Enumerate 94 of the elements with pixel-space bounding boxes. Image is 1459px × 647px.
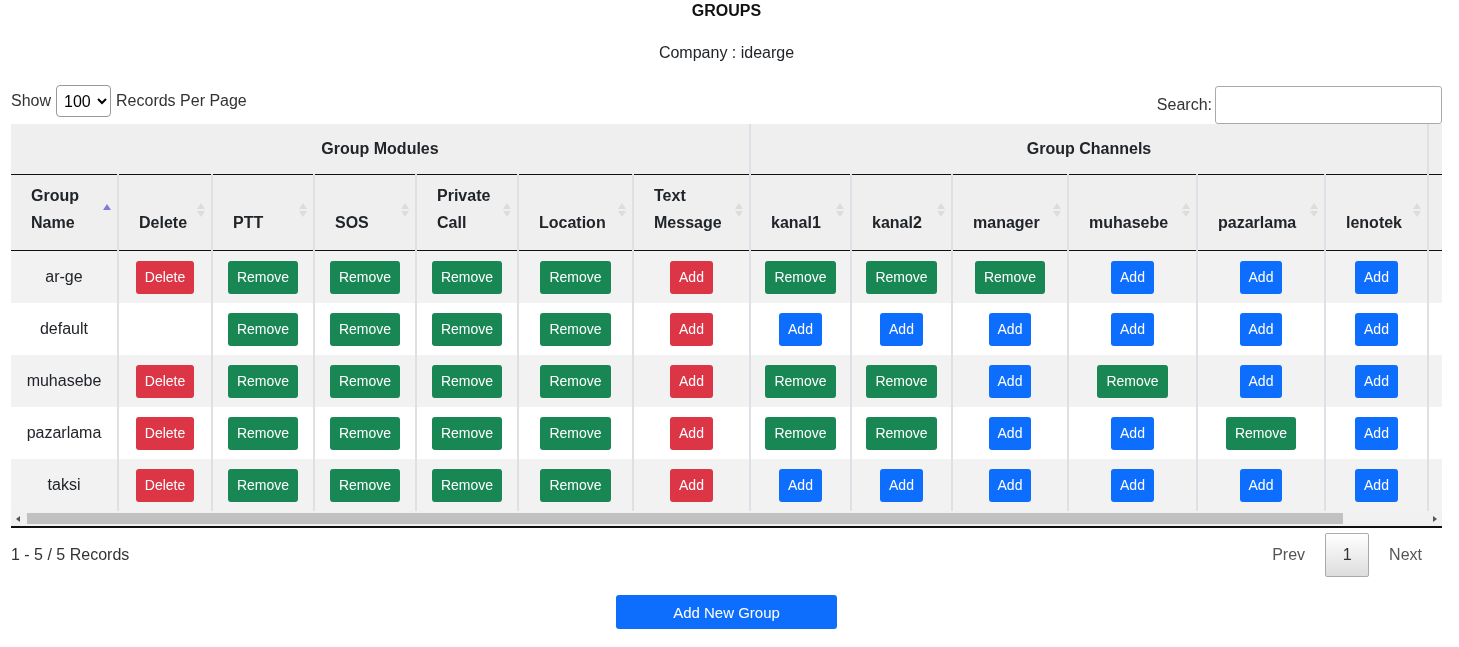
column-header[interactable]: SOS: [314, 174, 416, 251]
column-header[interactable]: Location: [518, 174, 633, 251]
action-button[interactable]: Remove: [431, 468, 503, 502]
horizontal-scrollbar[interactable]: [11, 511, 1442, 528]
action-button[interactable]: Remove: [329, 260, 401, 294]
action-button[interactable]: Delete: [135, 416, 195, 450]
company-label: Company : idearge: [657, 44, 796, 63]
group-name: muhasebe: [26, 372, 102, 389]
column-header[interactable]: manager: [952, 174, 1068, 251]
action-button[interactable]: Remove: [1097, 364, 1168, 398]
action-button[interactable]: Add: [1111, 416, 1154, 450]
column-group-header: Group Modules: [321, 140, 439, 157]
action-button[interactable]: Add: [779, 468, 822, 502]
action-button[interactable]: Add: [1111, 312, 1154, 346]
column-group-header: Group Channels: [1026, 140, 1152, 157]
action-button[interactable]: Delete: [135, 260, 195, 294]
action-button[interactable]: Remove: [540, 364, 611, 398]
show-label: Show: [11, 92, 52, 110]
action-button[interactable]: Add: [988, 416, 1032, 450]
action-button[interactable]: Add: [1239, 312, 1283, 346]
action-button[interactable]: Remove: [227, 416, 299, 450]
action-button[interactable]: Add: [1355, 312, 1398, 346]
scroll-left-icon[interactable]: [16, 515, 20, 522]
action-button[interactable]: Remove: [329, 364, 401, 398]
action-button[interactable]: Remove: [329, 312, 401, 346]
group-name: ar-ge: [45, 268, 83, 285]
action-button[interactable]: Add: [988, 364, 1032, 398]
column-header[interactable]: kanal2: [851, 174, 952, 251]
action-button[interactable]: Add: [1239, 468, 1283, 502]
group-name: default: [39, 320, 88, 337]
action-button[interactable]: Remove: [540, 468, 611, 502]
search-label: Search:: [1156, 96, 1212, 114]
action-button[interactable]: Remove: [866, 260, 937, 294]
column-header[interactable]: PTT: [212, 174, 314, 251]
action-button[interactable]: Add: [1239, 260, 1283, 294]
action-button[interactable]: Add: [670, 312, 713, 346]
action-button[interactable]: Add: [670, 468, 713, 502]
action-button[interactable]: Remove: [431, 364, 503, 398]
action-button[interactable]: Remove: [540, 416, 611, 450]
action-button[interactable]: Add: [1355, 468, 1398, 502]
action-button[interactable]: Remove: [765, 416, 836, 450]
action-button[interactable]: Remove: [974, 260, 1046, 294]
action-button[interactable]: Remove: [866, 416, 937, 450]
column-header[interactable]: lenotek: [1325, 174, 1428, 251]
column-header[interactable]: pazarlama: [1197, 174, 1325, 251]
records-per-page-select[interactable]: 100: [56, 85, 112, 117]
action-button[interactable]: Remove: [431, 416, 503, 450]
action-button[interactable]: Remove: [540, 260, 611, 294]
action-button[interactable]: Add: [1355, 416, 1398, 450]
action-button[interactable]: Add: [1355, 364, 1398, 398]
search-field[interactable]: [1215, 86, 1442, 124]
add-new-group-button[interactable]: Add New Group: [616, 595, 837, 629]
action-button[interactable]: Remove: [1225, 416, 1297, 450]
action-button[interactable]: Add: [779, 312, 822, 346]
action-button[interactable]: Add: [670, 416, 713, 450]
action-button[interactable]: Add: [880, 312, 923, 346]
action-button[interactable]: Remove: [431, 260, 503, 294]
action-button[interactable]: Remove: [227, 312, 299, 346]
next-link[interactable]: Next: [1369, 546, 1442, 564]
action-button[interactable]: Add: [880, 468, 923, 502]
action-button[interactable]: Remove: [227, 468, 299, 502]
action-button[interactable]: Remove: [866, 364, 937, 398]
records-per-page-label: Records Per Page: [116, 92, 247, 110]
action-button[interactable]: Add: [1355, 260, 1398, 294]
page-title: GROUPS: [690, 1, 763, 21]
action-button[interactable]: Remove: [540, 312, 611, 346]
action-button[interactable]: Add: [988, 312, 1032, 346]
scroll-right-icon[interactable]: [1433, 515, 1437, 522]
column-header[interactable]: Delete: [118, 174, 212, 251]
column-header[interactable]: Text Message: [633, 174, 750, 251]
page-button[interactable]: 1: [1325, 533, 1370, 577]
column-header[interactable]: Group Name: [11, 174, 118, 251]
action-button[interactable]: Remove: [329, 416, 401, 450]
action-button[interactable]: Add: [670, 364, 713, 398]
action-button[interactable]: Add: [1239, 364, 1283, 398]
action-button[interactable]: Remove: [765, 364, 836, 398]
records-info: 1 - 5 / 5 Records: [11, 546, 130, 564]
column-header[interactable]: muhasebe: [1068, 174, 1197, 251]
action-button[interactable]: Remove: [431, 312, 503, 346]
action-button[interactable]: Delete: [135, 364, 195, 398]
group-name: pazarlama: [26, 424, 102, 441]
group-name: taksi: [47, 476, 81, 493]
prev-link[interactable]: Prev: [1252, 546, 1326, 564]
action-button[interactable]: Delete: [135, 468, 195, 502]
action-button[interactable]: Remove: [227, 260, 299, 294]
action-button[interactable]: Add: [670, 260, 713, 294]
action-button[interactable]: Remove: [227, 364, 299, 398]
action-button[interactable]: Add: [1111, 260, 1154, 294]
action-button[interactable]: Add: [1111, 468, 1154, 502]
column-header[interactable]: Private Call: [416, 174, 518, 251]
action-button[interactable]: Add: [988, 468, 1032, 502]
action-button[interactable]: Remove: [329, 468, 401, 502]
column-header[interactable]: kanal1: [750, 174, 851, 251]
action-button[interactable]: Remove: [765, 260, 836, 294]
